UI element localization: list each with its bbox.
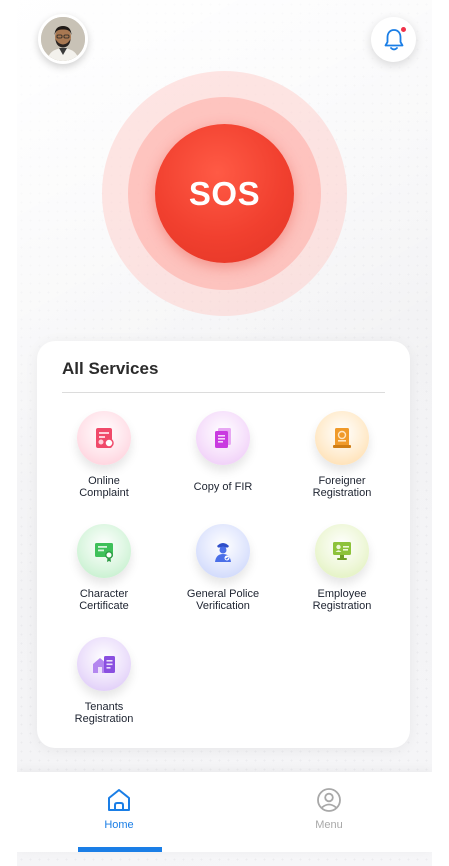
sos-button[interactable]: SOS (155, 124, 294, 263)
nav-menu-label: Menu (315, 819, 343, 831)
service-label: Copy of FIR (193, 481, 253, 493)
service-general-police-verification[interactable]: General Police Verification (163, 524, 283, 612)
services-title: All Services (62, 359, 159, 378)
unread-indicator (400, 26, 407, 33)
certificate-icon (77, 524, 131, 578)
complaint-document-icon (77, 411, 131, 465)
service-online-complaint[interactable]: Online Complaint (44, 411, 164, 499)
service-foreigner-registration[interactable]: Foreigner Registration (282, 411, 402, 499)
passport-icon (315, 411, 369, 465)
user-photo-icon (41, 17, 85, 61)
user-circle-icon (317, 788, 341, 812)
service-label: Tenants Registration (74, 701, 134, 725)
service-tenants-registration[interactable]: Tenants Registration (44, 637, 164, 725)
service-copy-of-fir[interactable]: Copy of FIR (163, 411, 283, 493)
service-label: Foreigner Registration (312, 475, 372, 499)
house-document-icon (77, 637, 131, 691)
nav-menu[interactable]: Menu (269, 772, 389, 852)
service-label: General Police Verification (186, 588, 260, 612)
divider (62, 392, 385, 393)
service-employee-registration[interactable]: Employee Registration (282, 524, 402, 612)
service-label: Employee Registration (312, 588, 372, 612)
employee-id-icon (315, 524, 369, 578)
service-label: Online Complaint (79, 475, 129, 499)
service-label: Character Certificate (79, 588, 129, 612)
avatar[interactable] (38, 14, 88, 64)
app-screen: SOS All Services Online Complaint Copy o… (17, 0, 432, 866)
home-icon (108, 789, 130, 811)
bottom-navigation: Home Menu (17, 772, 432, 852)
active-tab-indicator (78, 847, 162, 852)
nav-home-label: Home (104, 819, 134, 831)
notifications-button[interactable] (371, 17, 416, 62)
service-character-certificate[interactable]: Character Certificate (44, 524, 164, 612)
police-officer-icon (196, 524, 250, 578)
sos-section: SOS (102, 71, 347, 316)
fir-document-icon (196, 411, 250, 465)
sos-label: SOS (188, 174, 261, 212)
services-card: All Services Online Complaint Copy of FI… (37, 341, 410, 748)
nav-home[interactable]: Home (59, 772, 179, 852)
